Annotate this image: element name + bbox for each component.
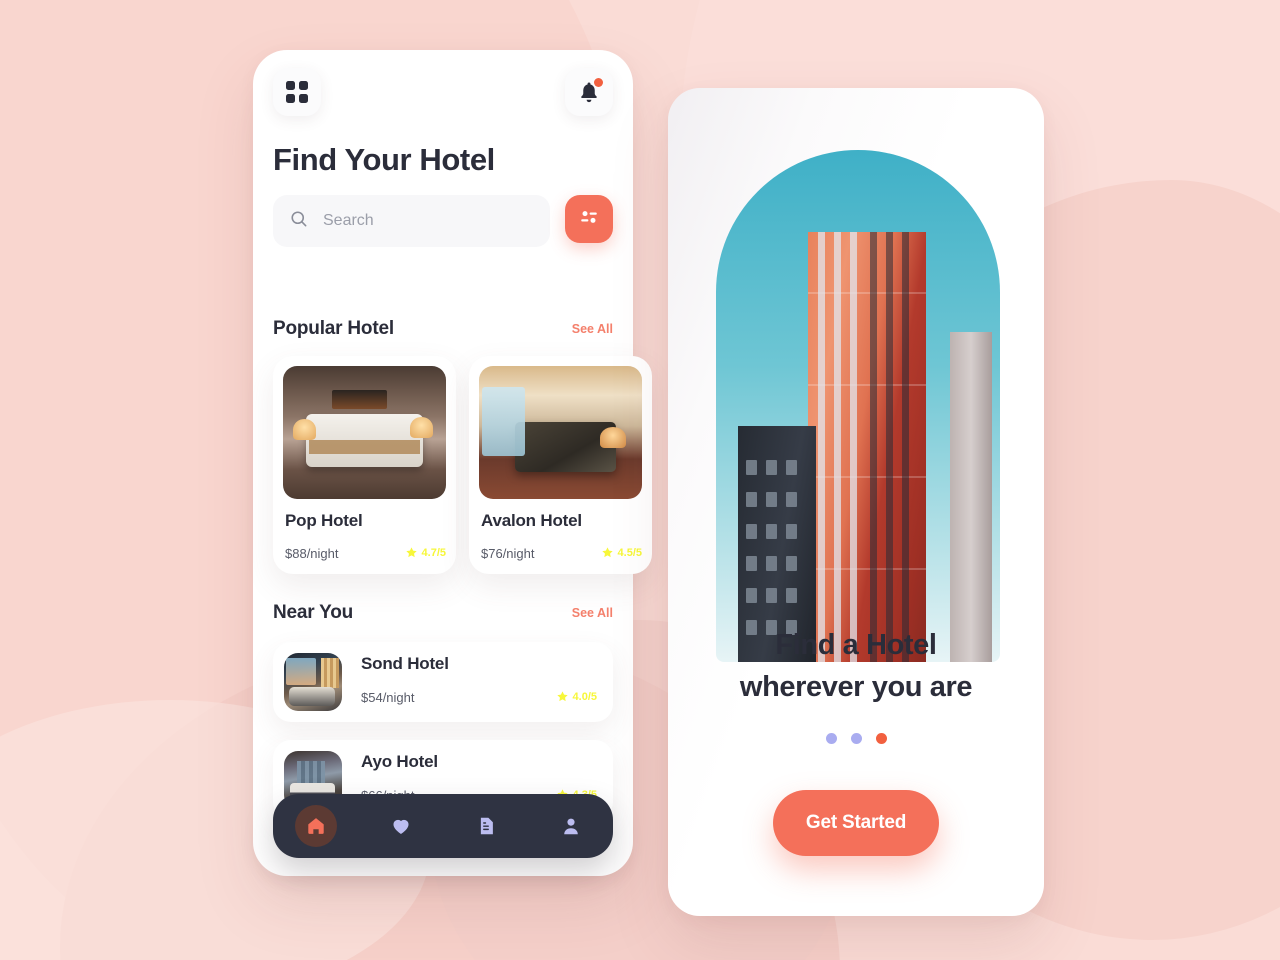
list-item[interactable]: Sond Hotel $54/night 4.0/5 bbox=[273, 642, 613, 722]
hotel-card[interactable]: Pop Hotel $88/night 4.7/5 bbox=[273, 356, 456, 574]
filter-icon bbox=[577, 205, 601, 234]
home-screen-phone: Find Your Hotel Search Popular Hotel See… bbox=[253, 50, 652, 876]
hotel-name: Ayo Hotel bbox=[361, 752, 438, 771]
hotel-rating-value: 4.0/5 bbox=[572, 690, 597, 703]
carousel-dot-1[interactable] bbox=[825, 733, 837, 744]
hotel-name: Avalon Hotel bbox=[481, 511, 582, 530]
hotel-rating-value: 4.5/5 bbox=[617, 546, 642, 559]
hotel-price: $88/night bbox=[285, 546, 339, 561]
nav-item-bookings[interactable] bbox=[465, 805, 507, 847]
carousel-dot-2[interactable] bbox=[850, 733, 862, 744]
hotel-rating: 4.5/5 bbox=[601, 546, 642, 559]
home-icon bbox=[307, 818, 324, 834]
bottom-navigation bbox=[273, 794, 613, 858]
heart-icon bbox=[392, 819, 409, 834]
hotel-name: Sond Hotel bbox=[361, 654, 449, 673]
near-section-header: Near You See All bbox=[273, 602, 613, 626]
onboarding-headline: Find a Hotel wherever you are bbox=[668, 624, 1044, 708]
grid-icon bbox=[286, 81, 308, 103]
page-title: Find Your Hotel bbox=[273, 142, 495, 177]
building-illustration bbox=[716, 150, 1000, 662]
person-icon bbox=[563, 818, 578, 835]
nav-item-favorites[interactable] bbox=[380, 805, 422, 847]
hotel-price: $54/night bbox=[361, 690, 415, 705]
hotel-name: Pop Hotel bbox=[285, 511, 363, 530]
building-grey bbox=[950, 332, 992, 662]
hotel-card[interactable]: Avalon Hotel $76/night 4.5/5 bbox=[469, 356, 652, 574]
menu-button[interactable] bbox=[273, 68, 321, 116]
notification-badge bbox=[594, 78, 603, 87]
search-icon bbox=[289, 209, 309, 234]
nav-item-home[interactable] bbox=[294, 805, 337, 847]
hotel-price: $76/night bbox=[481, 546, 535, 561]
headline-line-2: wherever you are bbox=[739, 671, 973, 704]
search-row bbox=[273, 195, 613, 247]
get-started-button[interactable]: Get Started bbox=[773, 790, 939, 856]
star-icon bbox=[405, 547, 417, 558]
bell-icon bbox=[576, 78, 603, 105]
hotel-rating: 4.0/5 bbox=[556, 690, 597, 703]
hotel-thumbnail bbox=[283, 366, 446, 499]
search-box[interactable] bbox=[273, 195, 550, 247]
carousel-dot-3[interactable] bbox=[875, 733, 887, 744]
star-icon bbox=[601, 547, 613, 558]
hotel-rating-value: 4.7/5 bbox=[421, 546, 446, 559]
onboarding-screen-panel: Find a Hotel wherever you are Get Starte… bbox=[668, 88, 1044, 916]
nav-item-profile[interactable] bbox=[550, 805, 592, 847]
hotel-thumbnail bbox=[479, 366, 642, 499]
star-icon bbox=[556, 691, 568, 702]
popular-see-all-link[interactable]: See All bbox=[572, 322, 613, 336]
popular-section-title: Popular Hotel bbox=[273, 318, 394, 339]
hotel-rating: 4.7/5 bbox=[405, 546, 446, 559]
app-header bbox=[273, 68, 613, 124]
notifications-button[interactable] bbox=[565, 68, 613, 116]
hotel-thumbnail bbox=[284, 653, 342, 711]
near-section-title: Near You bbox=[273, 602, 354, 623]
popular-hotel-list: Pop Hotel $88/night 4.7/5 Avalon Hotel $… bbox=[273, 350, 673, 580]
document-icon bbox=[480, 817, 493, 835]
filter-button[interactable] bbox=[565, 195, 613, 243]
carousel-dots bbox=[668, 733, 1044, 744]
headline-line-1: Find a Hotel bbox=[775, 629, 937, 661]
popular-section-header: Popular Hotel See All bbox=[273, 318, 613, 342]
near-see-all-link[interactable]: See All bbox=[572, 606, 613, 620]
building-main bbox=[808, 232, 926, 662]
search-input[interactable] bbox=[321, 211, 525, 231]
